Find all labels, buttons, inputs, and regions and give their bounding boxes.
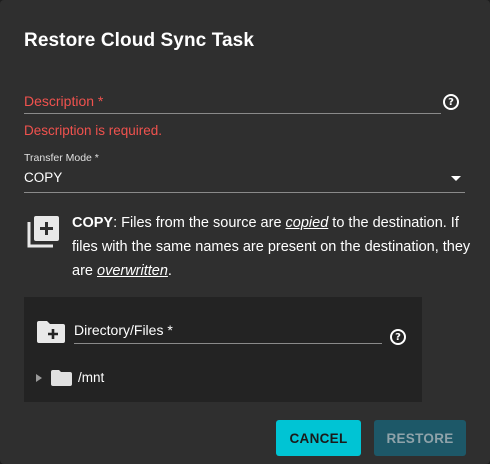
copy-text-part-3: . bbox=[167, 263, 172, 279]
library-add-icon bbox=[27, 216, 59, 248]
description-error: Description is required. bbox=[24, 123, 163, 138]
copy-mode-name: COPY bbox=[72, 215, 114, 231]
dialog-title: Restore Cloud Sync Task bbox=[24, 30, 255, 51]
restore-button[interactable]: RESTORE bbox=[374, 420, 466, 456]
cancel-button[interactable]: CANCEL bbox=[276, 420, 361, 456]
directory-underline bbox=[74, 343, 382, 344]
copied-emphasis: copied bbox=[285, 215, 329, 231]
copy-text-part-1: : Files from the source are bbox=[113, 215, 286, 231]
directory-files-field[interactable]: Directory/Files * bbox=[74, 322, 173, 338]
transfer-mode-select[interactable]: COPY bbox=[24, 166, 465, 193]
transfer-mode-description: COPY: Files from the source are copied t… bbox=[72, 211, 472, 283]
description-field[interactable]: Description * bbox=[24, 93, 103, 109]
expand-arrow-icon[interactable] bbox=[36, 374, 42, 382]
overwritten-emphasis: overwritten bbox=[97, 263, 168, 279]
create-new-folder-icon bbox=[37, 321, 65, 343]
transfer-mode-value: COPY bbox=[24, 170, 63, 185]
restore-cloud-sync-dialog: Restore Cloud Sync Task Description * ? … bbox=[0, 0, 490, 464]
directory-panel: Directory/Files * ? /mnt bbox=[24, 297, 422, 402]
description-underline bbox=[24, 113, 441, 114]
help-circle-icon[interactable]: ? bbox=[443, 94, 459, 110]
dropdown-arrow-icon bbox=[451, 176, 461, 181]
folder-icon bbox=[51, 370, 72, 386]
transfer-mode-underline bbox=[24, 192, 465, 193]
transfer-mode-label: Transfer Mode * bbox=[24, 152, 99, 164]
help-circle-icon[interactable]: ? bbox=[390, 329, 406, 345]
tree-node-label: /mnt bbox=[78, 370, 105, 385]
